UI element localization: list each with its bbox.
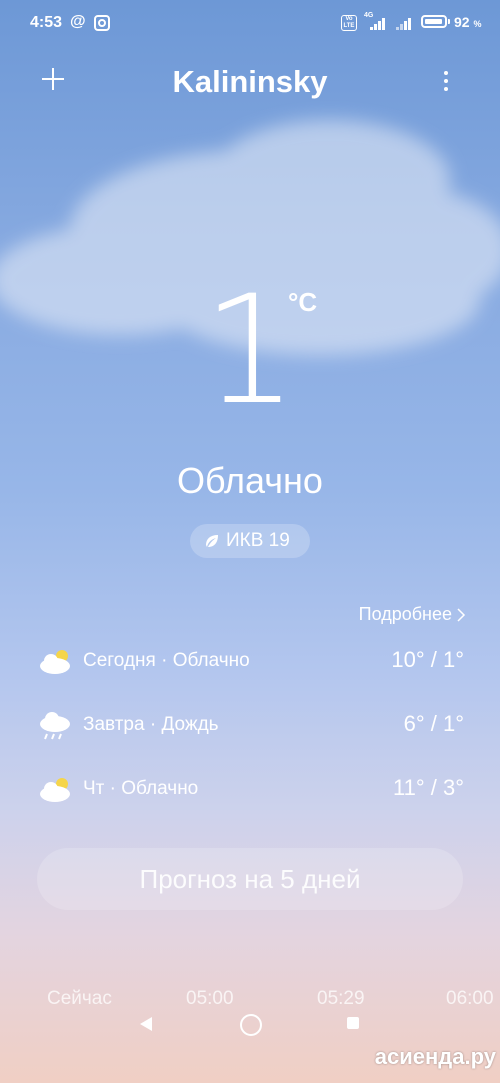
details-link[interactable]: Подробнее <box>359 604 452 625</box>
forecast-label: Завтра · Дождь <box>83 714 219 735</box>
status-time: 4:53 <box>30 14 63 31</box>
volte-icon: Vo LTE <box>341 15 357 31</box>
battery-percent-unit: % <box>473 19 482 29</box>
watermark: асиенда.ру <box>374 1044 496 1069</box>
instagram-icon <box>94 15 110 31</box>
details-link-label: Подробнее <box>358 604 452 624</box>
current-temperature: 1 <box>202 264 298 438</box>
hourly-time[interactable]: 05:29 <box>317 988 365 1010</box>
city-title: Kalininsky <box>172 64 328 99</box>
signal-strength-icon <box>370 16 388 30</box>
battery-percent-value: 92 <box>454 14 470 30</box>
forecast-label: Сегодня · Облачно <box>83 650 250 671</box>
leaf-icon <box>206 535 218 547</box>
plus-icon[interactable] <box>38 64 68 94</box>
hourly-time[interactable]: 06:00 <box>446 988 494 1010</box>
hourly-time[interactable]: Сейчас <box>47 988 112 1010</box>
rain-icon <box>40 712 70 740</box>
forecast-row-tomorrow[interactable]: Завтра · Дождь 6° / 1° <box>0 706 500 746</box>
battery-tip <box>448 19 450 24</box>
five-day-forecast-button[interactable]: Прогноз на 5 дней <box>37 848 463 910</box>
partly-cloudy-icon <box>40 778 70 802</box>
partly-cloudy-icon <box>40 650 70 674</box>
chevron-right-icon <box>457 608 466 622</box>
more-vertical-icon[interactable] <box>432 66 460 96</box>
signal-strength-icon <box>396 16 414 30</box>
temperature-unit: °C <box>288 287 318 317</box>
status-bar: 4:53 @ Vo LTE 4G 92 % <box>0 0 500 46</box>
forecast-temps: 10° / 1° <box>391 647 464 672</box>
aqi-badge[interactable]: ИКВ 19 <box>190 524 310 558</box>
battery-icon <box>421 15 447 28</box>
battery-fill <box>425 19 442 24</box>
back-icon[interactable] <box>138 1016 154 1032</box>
forecast-row-today[interactable]: Сегодня · Облачно 10° / 1° <box>0 642 500 682</box>
hourly-time[interactable]: 05:00 <box>186 988 234 1010</box>
forecast-temps: 11° / 3° <box>392 775 464 800</box>
recent-apps-icon[interactable] <box>347 1017 359 1029</box>
battery-percent: 92 % <box>454 14 481 30</box>
forecast-row-thursday[interactable]: Чт · Облачно 11° / 3° <box>0 770 500 810</box>
home-icon[interactable] <box>240 1014 262 1036</box>
current-condition: Облачно <box>177 460 323 501</box>
aqi-label: ИКВ 19 <box>226 530 290 551</box>
at-icon: @ <box>70 13 86 30</box>
forecast-label: Чт · Облачно <box>83 778 199 799</box>
forecast-temps: 6° / 1° <box>403 711 464 736</box>
